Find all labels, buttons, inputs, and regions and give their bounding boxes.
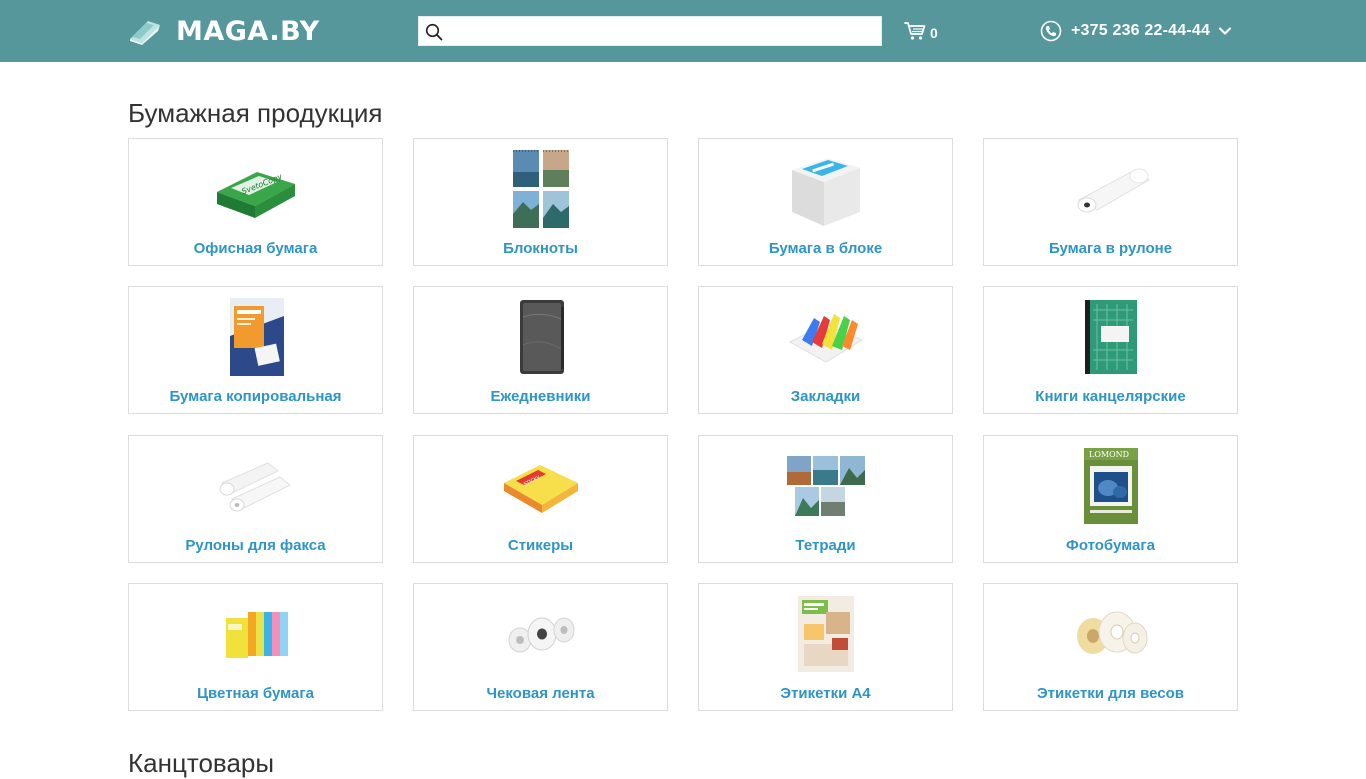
category-card-notebooks[interactable]: Блокноты — [413, 138, 668, 266]
phone-number: +375 236 22-44-44 — [1071, 22, 1211, 39]
logo[interactable]: MAGA.BY — [128, 14, 320, 48]
card-label: Рулоны для факса — [185, 537, 326, 554]
carbon-paper-icon — [206, 295, 306, 379]
card-label: Блокноты — [503, 240, 578, 257]
category-card-diaries[interactable]: Ежедневники — [413, 286, 668, 414]
bookmarks-icon — [776, 295, 876, 379]
card-label: Ежедневники — [490, 388, 591, 405]
card-label: Офисная бумага — [193, 240, 318, 257]
card-label: Чековая лента — [486, 685, 595, 702]
category-card-office-paper[interactable]: SvetoCopy Офисная бумага — [128, 138, 383, 266]
category-card-receipt-tape[interactable]: Чековая лента — [413, 583, 668, 711]
site-header: MAGA.BY 0 +375 236 22-44-44 — [0, 0, 1366, 62]
copybooks-icon — [776, 444, 876, 528]
search-icon[interactable] — [425, 23, 443, 41]
sticky-notes-icon: STICKY — [491, 444, 591, 528]
logo-text: MAGA.BY — [176, 15, 320, 47]
card-label: Бумага в рулоне — [1048, 240, 1173, 257]
category-card-scale-labels[interactable]: Этикетки для весов — [983, 583, 1238, 711]
paper-cube-icon — [776, 147, 876, 231]
card-label: Бумага копировальная — [169, 388, 342, 405]
category-card-carbon-paper[interactable]: Бумага копировальная — [128, 286, 383, 414]
colored-paper-icon — [206, 592, 306, 676]
cart-icon — [904, 22, 926, 40]
card-label: Цветная бумага — [197, 685, 314, 702]
category-card-photo-paper[interactable]: LOMOND Фотобумага — [983, 435, 1238, 563]
cart-count: 0 — [930, 24, 938, 41]
fax-rolls-icon — [206, 444, 306, 528]
paper-roll-icon — [1061, 147, 1161, 231]
section-title: Бумажная продукция — [128, 98, 383, 128]
svg-text:LOMOND: LOMOND — [1089, 450, 1129, 459]
cart-button[interactable]: 0 — [904, 19, 938, 43]
category-card-fax-rolls[interactable]: Рулоны для факса — [128, 435, 383, 563]
search-box — [418, 16, 882, 46]
category-card-colored-paper[interactable]: Цветная бумага — [128, 583, 383, 711]
ledger-book-icon — [1061, 295, 1161, 379]
category-card-ledger-books[interactable]: Книги канцелярские — [983, 286, 1238, 414]
card-label: Фотобумага — [1066, 537, 1155, 554]
section-title: Канцтовары — [128, 748, 275, 778]
labels-a4-icon — [776, 592, 876, 676]
card-label: Этикетки А4 — [780, 685, 871, 702]
card-label: Стикеры — [507, 537, 574, 554]
category-card-paper-block[interactable]: Бумага в блоке — [698, 138, 953, 266]
notebook-icon — [491, 147, 591, 231]
card-label: Книги канцелярские — [1035, 388, 1186, 405]
category-card-copybooks[interactable]: Тетради — [698, 435, 953, 563]
card-label: Закладки — [790, 388, 861, 405]
category-card-bookmarks[interactable]: Закладки — [698, 286, 953, 414]
category-card-labels-a4[interactable]: Этикетки А4 — [698, 583, 953, 711]
card-label: Этикетки для весов — [1037, 685, 1184, 702]
category-card-stickers[interactable]: STICKY Стикеры — [413, 435, 668, 563]
card-label: Тетради — [795, 537, 856, 554]
scale-labels-icon — [1061, 592, 1161, 676]
search-input[interactable] — [449, 17, 879, 45]
chevron-down-icon — [1218, 27, 1232, 35]
paper-ream-icon: SvetoCopy — [206, 147, 306, 231]
diary-icon — [491, 295, 591, 379]
phone-dropdown[interactable]: +375 236 22-44-44 — [1040, 19, 1232, 43]
logo-icon — [130, 21, 160, 45]
phone-icon — [1040, 20, 1062, 42]
card-label: Бумага в блоке — [768, 240, 883, 257]
category-card-paper-roll[interactable]: Бумага в рулоне — [983, 138, 1238, 266]
receipt-rolls-icon — [491, 592, 591, 676]
photo-paper-icon: LOMOND — [1061, 444, 1161, 528]
